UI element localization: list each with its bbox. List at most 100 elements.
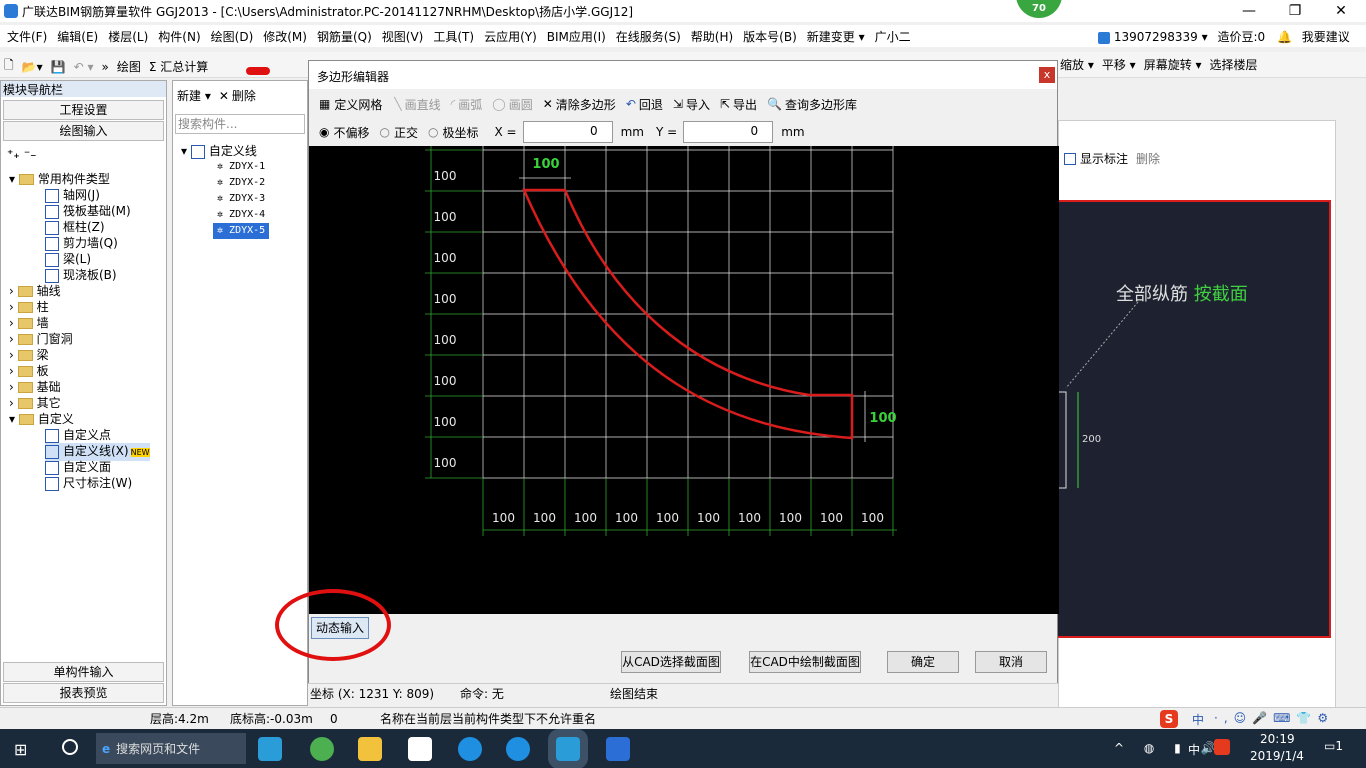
component-item[interactable]: ✲ ZDYX-2 [217, 175, 265, 191]
menu-online[interactable]: 在线服务(S) [611, 28, 686, 45]
pan-button[interactable]: 平移 ▾ [1102, 56, 1136, 73]
undo-button[interactable]: 回退 [639, 96, 663, 113]
radio-no-offset[interactable]: ◉ [319, 125, 329, 139]
ime-logo-icon[interactable]: S [1160, 710, 1178, 728]
project-settings-button[interactable]: 工程设置 [3, 100, 164, 120]
ggj-icon[interactable] [258, 737, 282, 761]
new-component-button[interactable]: 新建 ▾ [177, 87, 211, 104]
expand-collapse-icon[interactable]: ⁺₊ ⁻₋ [7, 147, 37, 161]
minimize-button[interactable]: — [1226, 0, 1272, 22]
notification-icon[interactable]: ▭1 [1324, 739, 1343, 753]
menu-rebar[interactable]: 钢筋量(Q) [312, 28, 377, 45]
component-item-selected[interactable]: ✲ ZDYX-5 [213, 223, 270, 239]
draw-circle-button[interactable]: 画圆 [509, 96, 533, 113]
clock-date[interactable]: 2019/1/4 [1250, 749, 1304, 763]
component-item[interactable]: ✲ ZDYX-3 [217, 191, 265, 207]
ime-tools-icon[interactable]: ·,☺🎤⌨👕⚙ [1214, 711, 1334, 725]
cortana-icon[interactable] [62, 739, 78, 755]
tree-item-slab[interactable]: 现浇板(B) [45, 267, 117, 283]
draw-line-button[interactable]: 画直线 [405, 96, 441, 113]
menu-component[interactable]: 构件(N) [153, 28, 205, 45]
show-label-button[interactable]: 显示标注 [1080, 150, 1128, 167]
tray-lang[interactable]: 中 [1188, 741, 1200, 758]
delete-component-button[interactable]: 删除 [232, 87, 256, 104]
radio-orthogonal[interactable]: ○ [380, 125, 390, 139]
taskbar-search[interactable]: e 搜索网页和文件 [96, 733, 246, 764]
radio-polar[interactable]: ○ [428, 125, 438, 139]
tree-folder-axis[interactable]: › 轴线 [9, 283, 61, 299]
tree-item-custom-point[interactable]: 自定义点 [45, 427, 111, 443]
delete-icon[interactable]: ✕ [219, 89, 229, 103]
close-window-button[interactable]: ✕ [1318, 0, 1364, 22]
menu-floor[interactable]: 楼层(L) [103, 28, 153, 45]
phone-number[interactable]: 13907298339 [1114, 30, 1198, 44]
tray-ime-icon[interactable] [1214, 739, 1230, 755]
cad-select-section-button[interactable]: 从CAD选择截面图 [621, 651, 721, 673]
query-library-button[interactable]: 查询多边形库 [785, 96, 857, 113]
file-explorer-icon[interactable] [358, 737, 382, 761]
draw-input-button[interactable]: 绘图输入 [3, 121, 164, 141]
component-item[interactable]: ✲ ZDYX-4 [217, 207, 265, 223]
menu-version[interactable]: 版本号(B) [738, 28, 802, 45]
cad-draw-section-button[interactable]: 在CAD中绘制截面图 [749, 651, 861, 673]
single-input-button[interactable]: 单构件输入 [3, 662, 164, 682]
tree-item-column[interactable]: 框柱(Z) [45, 219, 105, 235]
restore-button[interactable]: ❐ [1272, 0, 1318, 22]
report-preview-button[interactable]: 报表预览 [3, 683, 164, 703]
ggj-active-icon[interactable] [556, 737, 580, 761]
clear-polygon-button[interactable]: 清除多边形 [556, 96, 616, 113]
menu-file[interactable]: 文件(F) [2, 28, 52, 45]
tree-folder-other[interactable]: › 其它 [9, 395, 61, 411]
polygon-grid-canvas[interactable]: 100 100 100 100 100 100 100 100 100 100 100 100 100 1… [309, 146, 1059, 614]
suggest-link[interactable]: 我要建议 [1302, 30, 1350, 44]
undo-icon[interactable]: ↶ ▾ [74, 60, 94, 74]
menu-draw[interactable]: 绘图(D) [206, 28, 259, 45]
define-grid-button[interactable]: 定义网格 [334, 96, 382, 113]
tree-item-beam[interactable]: 梁(L) [45, 251, 91, 267]
cad-app-icon[interactable] [606, 737, 630, 761]
menu-bim[interactable]: BIM应用(I) [542, 28, 611, 45]
tree-root-custom-line[interactable]: ▾ 自定义线 [181, 143, 257, 159]
mail-icon[interactable] [408, 737, 432, 761]
tree-group-common[interactable]: ▾ 常用构件类型 [9, 171, 110, 187]
tree-folder-beam[interactable]: › 梁 [9, 347, 49, 363]
component-search-input[interactable]: 搜索构件... [175, 114, 305, 134]
tree-item-dimension[interactable]: 尺寸标注(W) [45, 475, 132, 491]
browser-360-icon[interactable] [310, 737, 334, 761]
menu-modify[interactable]: 修改(M) [258, 28, 312, 45]
delete-label-button[interactable]: 删除 [1136, 150, 1160, 167]
tree-folder-opening[interactable]: › 门窗洞 [9, 331, 73, 347]
export-button[interactable]: 导出 [733, 96, 757, 113]
tree-folder-wall[interactable]: › 墙 [9, 315, 49, 331]
ime-mode[interactable]: 中 [1192, 711, 1204, 728]
tree-item-raft[interactable]: 筏板基础(M) [45, 203, 131, 219]
menu-view[interactable]: 视图(V) [377, 28, 429, 45]
menu-edit[interactable]: 编辑(E) [52, 28, 103, 45]
menu-tools[interactable]: 工具(T) [428, 28, 479, 45]
tray-icons[interactable]: ^ ◍ ▮ 🔊 [1114, 741, 1224, 755]
menu-assistant[interactable]: 广小二 [870, 28, 916, 45]
bell-icon[interactable]: 🔔 [1277, 30, 1292, 44]
sum-calc-button[interactable]: Σ 汇总计算 [149, 58, 208, 75]
menu-help[interactable]: 帮助(H) [686, 28, 738, 45]
rotate-button[interactable]: 屏幕旋转 ▾ [1144, 56, 1202, 73]
new-file-icon[interactable]: 🗋 [4, 56, 14, 77]
cancel-button[interactable]: 取消 [975, 651, 1047, 673]
draw-arc-button[interactable]: 画弧 [458, 96, 482, 113]
tree-folder-foundation[interactable]: › 基础 [9, 379, 61, 395]
more-icon[interactable]: » [101, 60, 108, 74]
glodon-icon[interactable] [506, 737, 530, 761]
open-icon[interactable]: 📂▾ [22, 60, 43, 74]
ok-button[interactable]: 确定 [887, 651, 959, 673]
tree-folder-column[interactable]: › 柱 [9, 299, 49, 315]
tree-item-custom-face[interactable]: 自定义面 [45, 459, 111, 475]
y-coordinate-input[interactable]: 0 [683, 121, 774, 143]
clock-time[interactable]: 20:19 [1260, 732, 1295, 746]
tree-folder-custom[interactable]: ▾ 自定义 [9, 411, 74, 427]
start-icon[interactable]: ⊞ [14, 740, 27, 759]
draw-button[interactable]: 绘图 [117, 58, 141, 75]
x-coordinate-input[interactable]: 0 [522, 121, 613, 143]
component-item[interactable]: ✲ ZDYX-1 [217, 159, 265, 175]
section-preview-canvas[interactable]: 全部纵筋 按截面 200 [1058, 200, 1331, 638]
tree-item-axisnet[interactable]: 轴网(J) [45, 187, 100, 203]
